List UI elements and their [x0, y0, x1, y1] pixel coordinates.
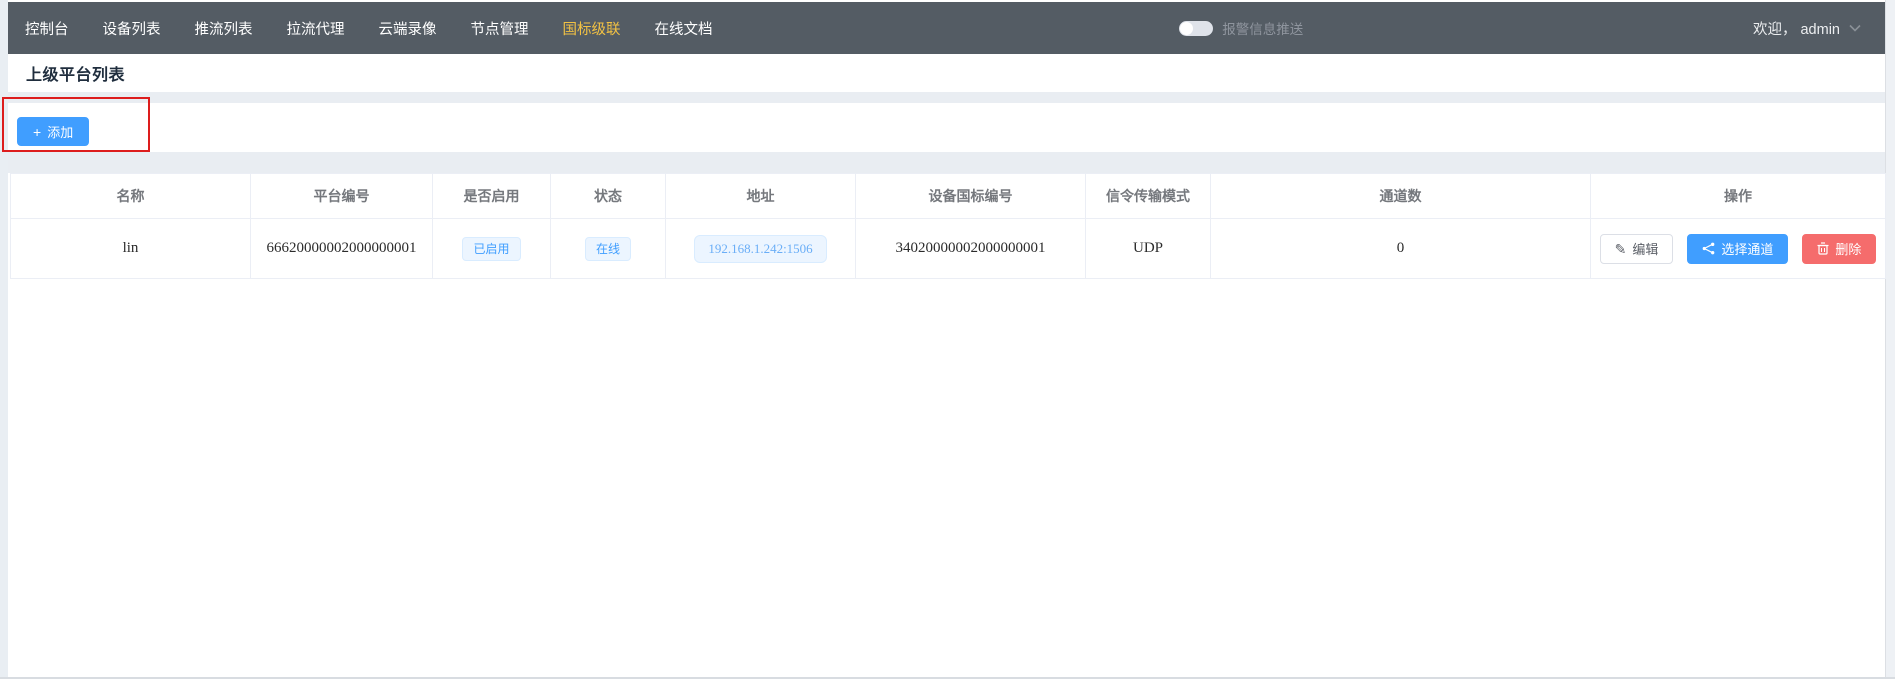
- left-edge-strip: [0, 0, 8, 679]
- page-title: 上级平台列表: [26, 61, 125, 85]
- right-edge-strip: [1885, 0, 1895, 679]
- cell-address: 192.168.1.242:1506: [666, 219, 856, 279]
- delete-button[interactable]: 删除: [1802, 234, 1876, 264]
- col-header-actions: 操作: [1591, 174, 1886, 219]
- nav-item-node-management[interactable]: 节点管理: [454, 2, 546, 54]
- nav-item-online-docs[interactable]: 在线文档: [638, 2, 730, 54]
- nav-item-console[interactable]: 控制台: [8, 2, 86, 54]
- toggle-knob: [1180, 22, 1193, 35]
- table-header-row: 名称 平台编号 是否启用 状态 地址 设备国标编号 信令传输模式 通道数 操作: [11, 174, 1886, 219]
- table-row: lin 66620000002000000001 已启用 在线 192.168.…: [11, 219, 1886, 279]
- col-header-status: 状态: [551, 174, 666, 219]
- status-badge: 在线: [585, 237, 631, 261]
- col-header-transport-mode: 信令传输模式: [1086, 174, 1211, 219]
- select-channel-button[interactable]: 选择通道: [1687, 234, 1788, 264]
- cell-name: lin: [11, 219, 251, 279]
- edit-pencil-icon: ✎: [1615, 242, 1627, 256]
- section-divider: [8, 152, 1885, 173]
- address-badge[interactable]: 192.168.1.242:1506: [694, 235, 826, 263]
- chevron-down-icon: [1849, 24, 1861, 32]
- col-header-address: 地址: [666, 174, 856, 219]
- cell-channel-count: 0: [1211, 219, 1591, 279]
- enabled-badge: 已启用: [462, 237, 520, 261]
- alarm-push-toggle-group: 报警信息推送: [1179, 18, 1303, 38]
- col-header-channel-count: 通道数: [1211, 174, 1591, 219]
- nav-item-device-list[interactable]: 设备列表: [86, 2, 178, 54]
- user-menu[interactable]: 欢迎， admin: [1753, 18, 1861, 39]
- edit-button[interactable]: ✎ 编辑: [1600, 234, 1674, 264]
- alarm-push-toggle[interactable]: [1179, 21, 1213, 36]
- edit-button-label: 编辑: [1632, 239, 1658, 258]
- title-bar: 上级平台列表: [8, 54, 1885, 92]
- cell-status: 在线: [551, 219, 666, 279]
- add-button[interactable]: + 添加: [17, 117, 89, 146]
- welcome-text: 欢迎， admin: [1753, 18, 1840, 39]
- cell-transport-mode: UDP: [1086, 219, 1211, 279]
- cell-device-gb-id: 34020000002000000001: [856, 219, 1086, 279]
- toolbar: + 添加: [8, 103, 1885, 152]
- app-root: 控制台 设备列表 推流列表 拉流代理 云端录像 节点管理 国标级联 在线文档 报…: [0, 0, 1895, 679]
- share-icon: [1702, 242, 1715, 255]
- col-header-platform-id: 平台编号: [251, 174, 433, 219]
- top-nav: 控制台 设备列表 推流列表 拉流代理 云端录像 节点管理 国标级联 在线文档 报…: [8, 2, 1885, 54]
- col-header-name: 名称: [11, 174, 251, 219]
- add-button-label: 添加: [47, 122, 73, 141]
- cell-enabled: 已启用: [433, 219, 551, 279]
- row-actions: ✎ 编辑: [1591, 234, 1885, 264]
- select-channel-label: 选择通道: [1721, 239, 1773, 258]
- cell-platform-id: 66620000002000000001: [251, 219, 433, 279]
- delete-button-label: 删除: [1835, 239, 1861, 258]
- nav-item-push-stream-list[interactable]: 推流列表: [178, 2, 270, 54]
- nav-item-cloud-recording[interactable]: 云端录像: [362, 2, 454, 54]
- plus-icon: +: [33, 124, 41, 140]
- platform-table-area: 名称 平台编号 是否启用 状态 地址 设备国标编号 信令传输模式 通道数 操作 …: [8, 173, 1885, 677]
- nav-item-gb-cascade[interactable]: 国标级联: [546, 2, 638, 54]
- alarm-push-label: 报警信息推送: [1222, 18, 1303, 38]
- nav-item-pull-stream-proxy[interactable]: 拉流代理: [270, 2, 362, 54]
- trash-icon: [1817, 242, 1829, 255]
- platform-table: 名称 平台编号 是否启用 状态 地址 设备国标编号 信令传输模式 通道数 操作 …: [10, 173, 1886, 279]
- col-header-enabled: 是否启用: [433, 174, 551, 219]
- cell-actions: ✎ 编辑: [1591, 219, 1886, 279]
- section-divider: [8, 92, 1885, 103]
- col-header-device-gb-id: 设备国标编号: [856, 174, 1086, 219]
